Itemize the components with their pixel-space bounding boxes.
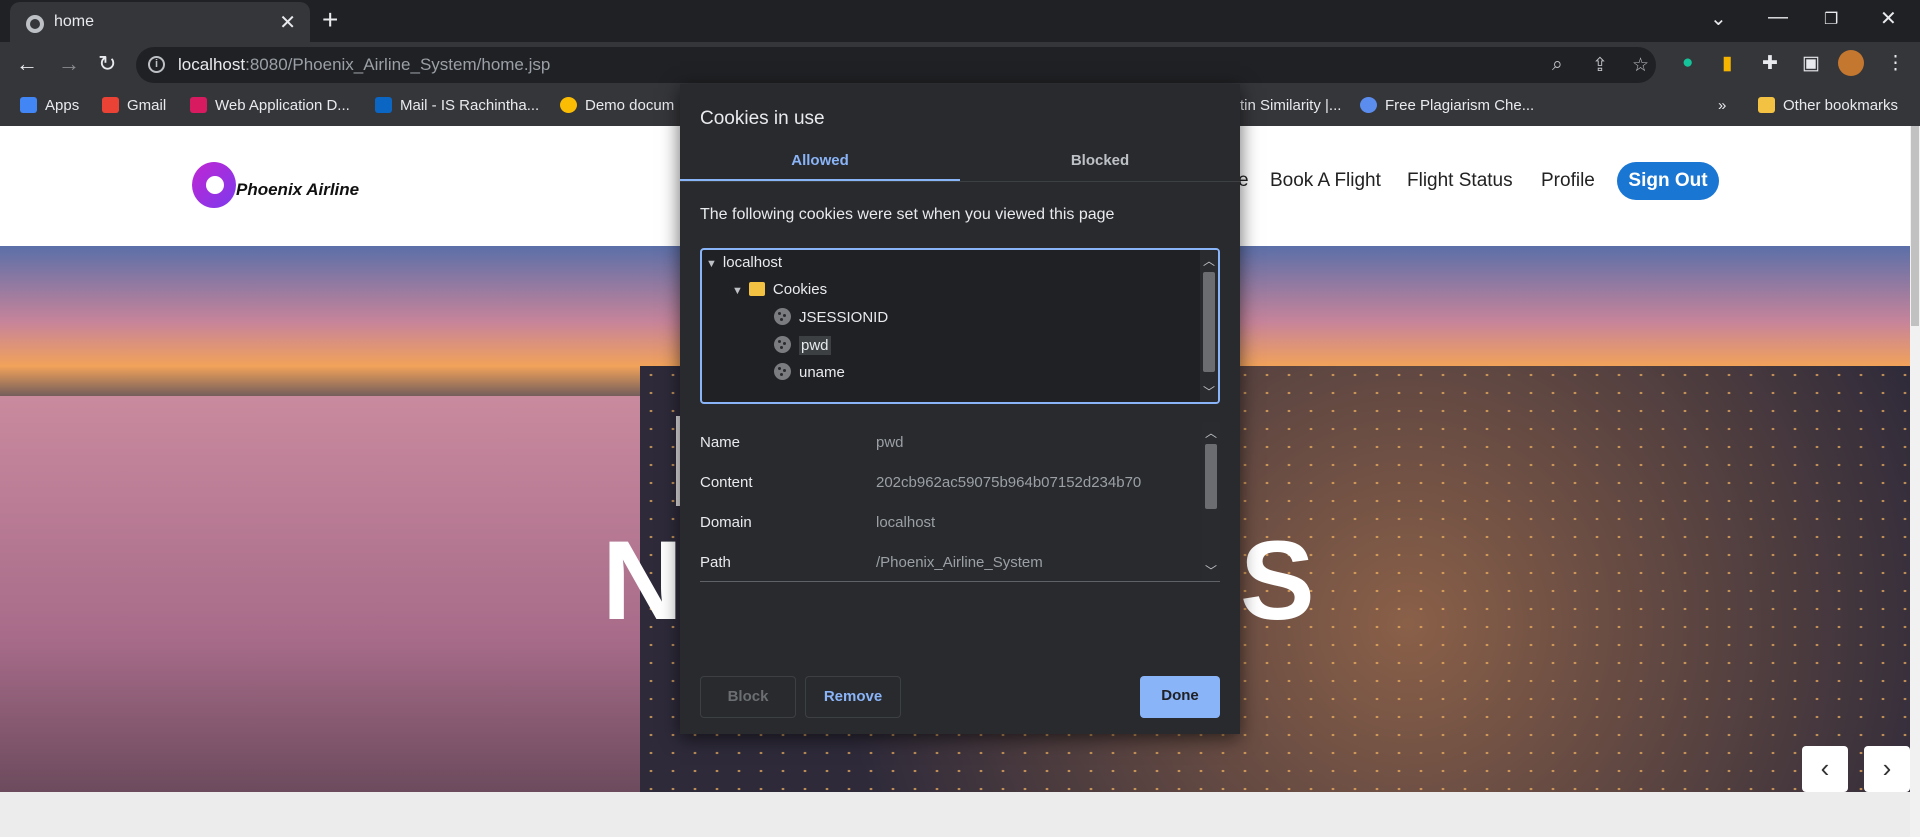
- sign-out-button[interactable]: Sign Out: [1617, 162, 1719, 200]
- details-scrollbar[interactable]: ︿ ﹀: [1202, 422, 1220, 581]
- bookmark-demo-document[interactable]: Demo docum: [560, 97, 674, 114]
- cookie-details: Name pwd Content 202cb962ac59075b964b07152…: [700, 422, 1220, 582]
- expand-triangle-icon[interactable]: ▼: [732, 285, 743, 297]
- scroll-up-icon[interactable]: ︿: [1202, 424, 1220, 441]
- tab-allowed[interactable]: Allowed: [680, 152, 960, 182]
- url-text[interactable]: localhost:8080/Phoenix_Airline_System/ho…: [178, 55, 550, 75]
- tab-divider: [680, 181, 1240, 182]
- folder-icon: [1758, 97, 1775, 113]
- address-bar[interactable]: i localhost:8080/Phoenix_Airline_System/…: [136, 47, 1656, 83]
- menu-icon[interactable]: ⋮: [1886, 52, 1905, 75]
- new-tab-icon[interactable]: +: [322, 4, 338, 36]
- apps-grid-icon: [20, 97, 37, 113]
- bookmark-other[interactable]: Other bookmarks: [1758, 97, 1898, 114]
- restore-icon[interactable]: ❐: [1824, 9, 1838, 29]
- more-bookmarks-icon[interactable]: »: [1718, 97, 1726, 114]
- tree-scrollbar[interactable]: ︿ ﹀: [1200, 250, 1218, 402]
- expand-triangle-icon[interactable]: ▼: [706, 258, 717, 270]
- bookmark-mail[interactable]: Mail - IS Rachintha...: [375, 97, 539, 114]
- page-footer: [0, 792, 1920, 837]
- forward-icon[interactable]: →: [58, 51, 80, 77]
- reload-icon[interactable]: ↻: [98, 51, 116, 77]
- nav-link-flight-status[interactable]: Flight Status: [1407, 170, 1513, 192]
- tree-node-cookie[interactable]: JSESSIONID: [774, 308, 888, 326]
- star-icon[interactable]: ☆: [1632, 54, 1649, 77]
- demo-doc-icon: [560, 97, 577, 113]
- cookie-icon: [774, 308, 791, 325]
- folder-icon: [748, 282, 765, 296]
- grammarly-icon[interactable]: ●: [1682, 52, 1693, 74]
- tree-node-cookies-folder[interactable]: ▼ Cookies: [732, 281, 827, 298]
- tab-blocked[interactable]: Blocked: [960, 152, 1240, 182]
- back-icon[interactable]: ←: [16, 51, 38, 77]
- bookmark-web-application[interactable]: Web Application D...: [190, 97, 350, 114]
- outlook-icon: [375, 97, 392, 113]
- page-scrollbar[interactable]: [1910, 126, 1920, 837]
- tree-node-site[interactable]: ▼ localhost: [706, 254, 782, 271]
- tree-scrollbar-thumb[interactable]: [1203, 272, 1215, 372]
- carousel-next-button[interactable]: ›: [1864, 746, 1910, 792]
- m-logo-icon: [190, 97, 207, 113]
- side-panel-icon[interactable]: ▣: [1802, 52, 1820, 75]
- tree-node-cookie[interactable]: uname: [774, 363, 845, 381]
- scroll-down-icon[interactable]: ﹀: [1202, 562, 1220, 579]
- site-info-icon[interactable]: i: [148, 56, 165, 73]
- bookmark-plagiarism[interactable]: Free Plagiarism Che...: [1360, 97, 1534, 114]
- scroll-up-icon[interactable]: ︿: [1200, 252, 1218, 269]
- bookmark-apps[interactable]: Apps: [20, 97, 79, 114]
- cookie-tree[interactable]: ▼ localhost ▼ Cookies JSESSIONID pwd uname…: [700, 248, 1220, 404]
- browser-toolbar: ← → ↻ i localhost:8080/Phoenix_Airline_S…: [0, 42, 1920, 88]
- phoenix-logo-icon[interactable]: [192, 162, 236, 208]
- cookie-icon: [774, 336, 791, 353]
- extension-icon[interactable]: ▮: [1722, 52, 1732, 75]
- bookmark-gmail[interactable]: Gmail: [102, 97, 166, 114]
- minimize-icon[interactable]: —: [1768, 6, 1788, 29]
- heart-icon: [1360, 97, 1377, 113]
- nav-link-profile[interactable]: Profile: [1541, 170, 1595, 192]
- puzzle-icon[interactable]: ✚: [1762, 52, 1778, 75]
- cookie-icon: [774, 363, 791, 380]
- remove-button[interactable]: Remove: [805, 676, 901, 718]
- nav-link-book-flight[interactable]: Book A Flight: [1270, 170, 1381, 192]
- globe-icon: [26, 15, 44, 33]
- avatar[interactable]: [1838, 50, 1864, 76]
- bookmark-similarity[interactable]: tin Similarity |...: [1240, 97, 1341, 114]
- gmail-icon: [102, 97, 119, 113]
- logo-text[interactable]: Phoenix Airline: [236, 180, 359, 200]
- done-button[interactable]: Done: [1140, 676, 1220, 718]
- browser-tab[interactable]: home ✕: [10, 2, 310, 42]
- tab-strip: home ✕ + ⌄ — ❐ ✕: [0, 0, 1920, 42]
- zoom-icon[interactable]: ⌕: [1552, 54, 1563, 76]
- close-window-icon[interactable]: ✕: [1880, 6, 1897, 31]
- carousel-prev-button[interactable]: ‹: [1802, 746, 1848, 792]
- tab-title: home: [54, 13, 95, 30]
- block-button[interactable]: Block: [700, 676, 796, 718]
- hero-heading-left: N: [602, 518, 683, 643]
- close-tab-icon[interactable]: ✕: [279, 10, 296, 35]
- chevron-down-icon[interactable]: ⌄: [1710, 6, 1727, 31]
- share-icon[interactable]: ⇪: [1592, 54, 1608, 77]
- dialog-description: The following cookies were set when you …: [700, 206, 1115, 223]
- tree-node-cookie[interactable]: pwd: [774, 336, 831, 355]
- scroll-down-icon[interactable]: ﹀: [1200, 383, 1218, 400]
- cookies-dialog: Cookies in use Allowed Blocked The follo…: [680, 84, 1240, 734]
- hero-heading-right: S: [1240, 518, 1315, 643]
- dialog-title: Cookies in use: [700, 108, 825, 129]
- details-scrollbar-thumb[interactable]: [1205, 444, 1217, 509]
- scrollbar-thumb[interactable]: [1911, 126, 1919, 326]
